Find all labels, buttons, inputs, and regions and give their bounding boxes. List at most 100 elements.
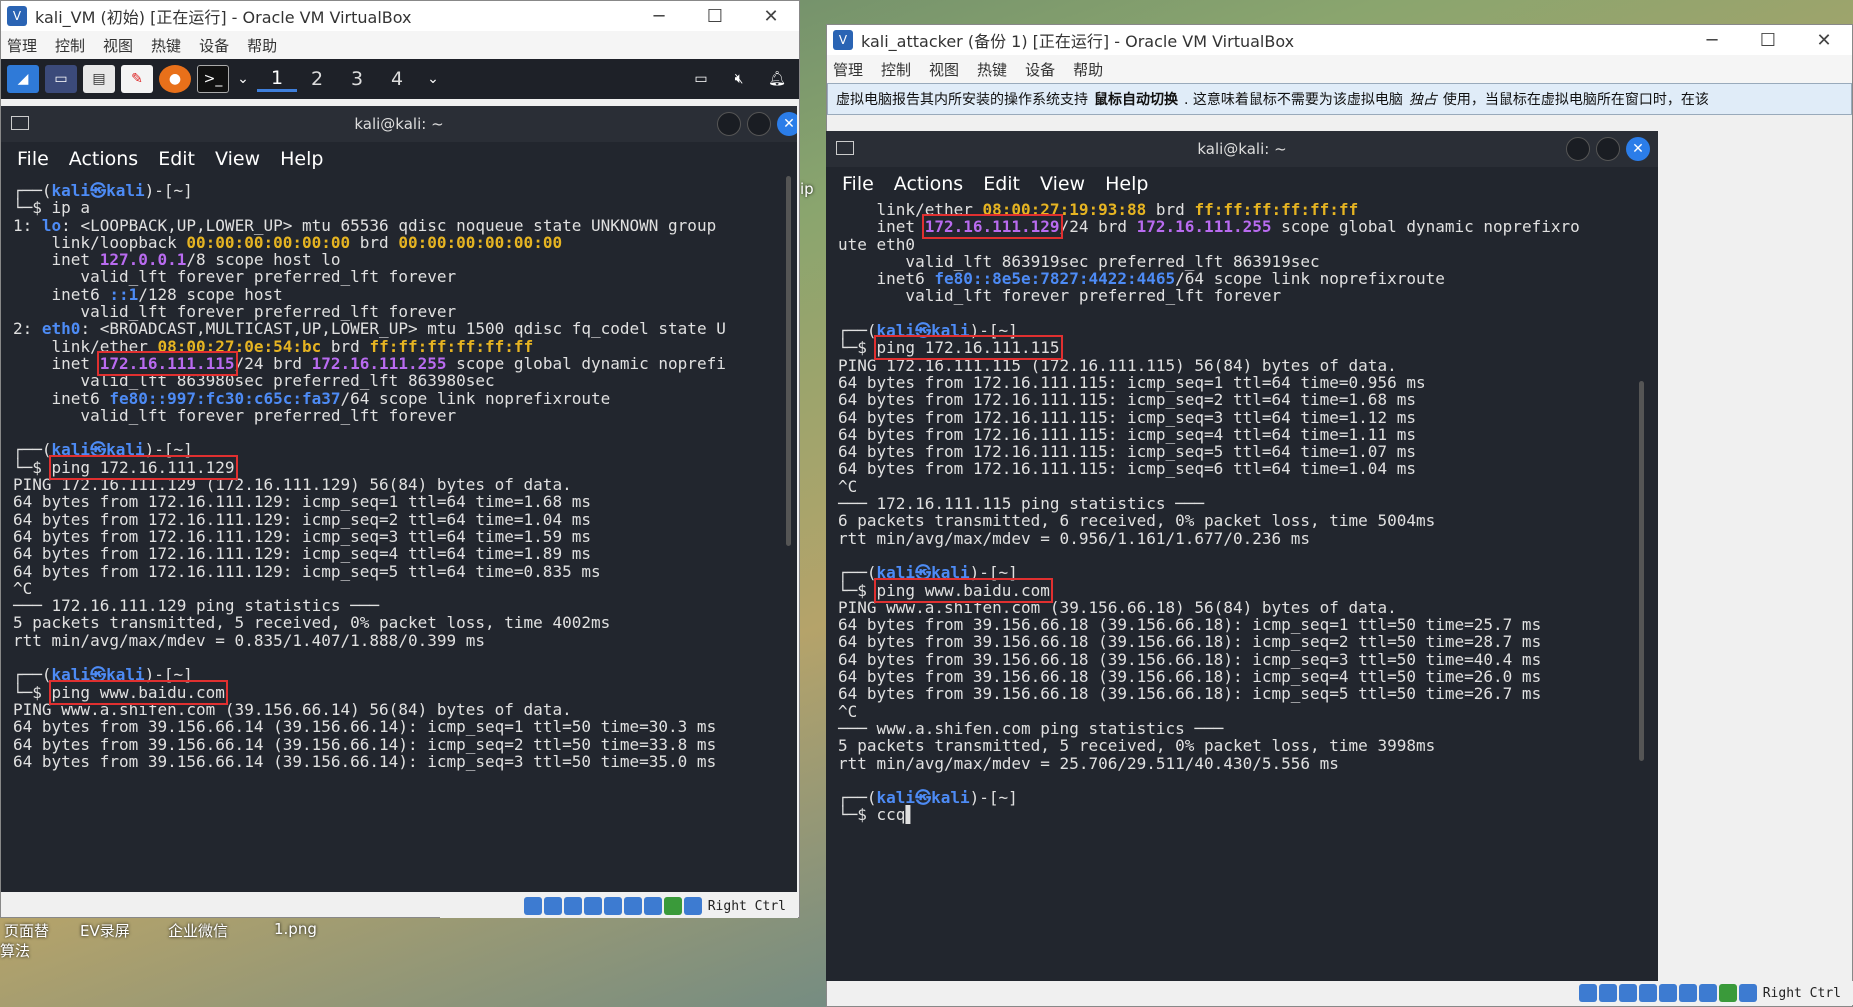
term-menu-actions[interactable]: Actions — [69, 148, 138, 170]
term-menu-file[interactable]: File — [17, 148, 49, 170]
term-menu-view[interactable]: View — [215, 148, 260, 170]
minimize-icon[interactable] — [717, 112, 741, 136]
recording-icon[interactable] — [1698, 984, 1717, 1002]
maximize-icon[interactable]: ☐ — [1740, 25, 1796, 55]
mouse-capture-icon[interactable] — [683, 897, 702, 915]
terminal-line: 64 bytes from 172.16.111.115: icmp_seq=4… — [838, 426, 1658, 443]
minimize-icon[interactable]: ─ — [1684, 25, 1740, 55]
terminal-text: └─$ — [838, 338, 877, 358]
terminal-line: └─$ ping www.baidu.com — [13, 679, 797, 705]
terminal-text: 64 bytes from 172.16.111.115: icmp_seq=5… — [838, 442, 1416, 462]
desktop-label-page[interactable]: 页面替 — [4, 920, 49, 941]
term-menu-help[interactable]: Help — [1105, 173, 1148, 195]
left-scrollbar[interactable] — [786, 176, 791, 546]
menu-manage[interactable]: 管理 — [7, 35, 37, 56]
mouse-capture-icon[interactable] — [1738, 984, 1757, 1002]
right-terminal[interactable]: kali@kali: ~ ✕ File Actions Edit View He… — [826, 131, 1658, 981]
hdd-icon[interactable] — [523, 897, 542, 915]
cpu-icon[interactable] — [1718, 984, 1737, 1002]
desktop-label-wecom[interactable]: 企业微信 — [168, 920, 228, 941]
chevron-down-icon[interactable]: ⌄ — [425, 65, 441, 93]
menu-devices[interactable]: 设备 — [199, 35, 229, 56]
network-icon[interactable] — [563, 897, 582, 915]
close-icon[interactable]: ✕ — [743, 1, 799, 31]
terminal-text: ute eth0 — [838, 234, 916, 254]
terminal-icon[interactable]: >_ — [197, 65, 229, 93]
right-titlebar[interactable]: V kali_attacker (备份 1) [正在运行] - Oracle V… — [827, 25, 1852, 55]
usb-icon[interactable] — [1638, 984, 1657, 1002]
term-menu-edit[interactable]: Edit — [158, 148, 195, 170]
term-menu-help[interactable]: Help — [280, 148, 323, 170]
close-icon[interactable]: ✕ — [1796, 25, 1852, 55]
display-icon[interactable] — [623, 897, 642, 915]
menu-view[interactable]: 视图 — [103, 35, 133, 56]
terminal-line: 64 bytes from 172.16.111.115: icmp_seq=3… — [838, 408, 1658, 426]
hdd-icon[interactable] — [1578, 984, 1597, 1002]
minimize-icon[interactable]: ─ — [631, 1, 687, 31]
terminal-text: 08:00:27:0e:54:bc — [157, 336, 322, 356]
left-terminal-header[interactable]: kali@kali: ~ ✕ — [1, 106, 797, 142]
terminal-line: 64 bytes from 39.156.66.18 (39.156.66.18… — [838, 633, 1658, 650]
desktop-icon[interactable]: ▭ — [45, 65, 77, 93]
menu-hotkeys[interactable]: 热键 — [977, 59, 1007, 80]
maximize-icon[interactable]: ☐ — [687, 1, 743, 31]
kali-menu-icon[interactable]: ◢ — [7, 65, 39, 93]
notice-text-bold: 鼠标自动切换 — [1094, 92, 1178, 108]
notification-icon[interactable]: 🔔︎ — [761, 65, 793, 93]
left-terminal-output[interactable]: ┌──(kali㉿kali)-[~] └─$ ip a 1: lo: <LOOPBA… — [1, 176, 797, 770]
close-icon[interactable]: ✕ — [1626, 137, 1650, 161]
desktop-label-evrecord[interactable]: EV录屏 — [80, 920, 130, 941]
terminal-line: 64 bytes from 172.16.111.129: icmp_seq=4… — [13, 545, 797, 562]
shared-folder-icon[interactable] — [1658, 984, 1677, 1002]
optical-icon[interactable] — [1598, 984, 1617, 1002]
workspace-3[interactable]: 3 — [337, 68, 377, 90]
menu-help[interactable]: 帮助 — [1073, 59, 1103, 80]
desktop-label-png[interactable]: 1.png — [274, 920, 317, 938]
maximize-icon[interactable] — [747, 112, 771, 136]
term-menu-edit[interactable]: Edit — [983, 173, 1020, 195]
firefox-icon[interactable]: ● — [159, 65, 191, 93]
minimize-icon[interactable] — [1566, 137, 1590, 161]
workspace-2[interactable]: 2 — [297, 68, 337, 90]
workspace-1[interactable]: 1 — [257, 67, 297, 92]
terminal-text: inet6 — [838, 269, 935, 289]
text-editor-icon[interactable]: ✎ — [121, 65, 153, 93]
menu-hotkeys[interactable]: 热键 — [151, 35, 181, 56]
terminal-text: kali㉿kali — [876, 563, 970, 583]
menu-control[interactable]: 控制 — [881, 59, 911, 80]
left-terminal[interactable]: kali@kali: ~ ✕ File Actions Edit View He… — [1, 106, 797, 892]
file-manager-icon[interactable]: ▤ — [83, 65, 115, 93]
terminal-text: valid_lft forever preferred_lft forever — [13, 405, 457, 425]
network-icon[interactable] — [1618, 984, 1637, 1002]
terminal-text: link/loopback — [13, 232, 187, 252]
menu-manage[interactable]: 管理 — [833, 59, 863, 80]
left-titlebar[interactable]: V kali_VM (初始) [正在运行] - Oracle VM Virtua… — [1, 1, 799, 31]
menu-devices[interactable]: 设备 — [1025, 59, 1055, 80]
term-menu-file[interactable]: File — [842, 173, 874, 195]
right-terminal-output[interactable]: link/ether 08:00:27:19:93:88 brd ff:ff:f… — [826, 201, 1658, 824]
maximize-icon[interactable] — [1596, 137, 1620, 161]
mute-icon[interactable]: 🔇︎ — [723, 65, 755, 93]
right-scrollbar[interactable] — [1639, 381, 1644, 761]
terminal-text: 64 bytes from 172.16.111.129: icmp_seq=1… — [13, 492, 591, 512]
term-menu-actions[interactable]: Actions — [894, 173, 963, 195]
menu-view[interactable]: 视图 — [929, 59, 959, 80]
display-icon[interactable]: ▭ — [685, 65, 717, 93]
terminal-line: link/ether 08:00:27:0e:54:bc brd ff:ff:f… — [13, 338, 797, 355]
shared-folder-icon[interactable] — [603, 897, 622, 915]
right-terminal-header[interactable]: kali@kali: ~ ✕ — [826, 131, 1658, 167]
menu-help[interactable]: 帮助 — [247, 35, 277, 56]
menu-control[interactable]: 控制 — [55, 35, 85, 56]
terminal-text: ip a — [51, 198, 91, 218]
terminal-text: ccq — [876, 805, 906, 825]
cpu-icon[interactable] — [663, 897, 682, 915]
recording-icon[interactable] — [643, 897, 662, 915]
optical-icon[interactable] — [543, 897, 562, 915]
desktop-label-algo[interactable]: 算法 — [0, 940, 30, 961]
chevron-down-icon[interactable]: ⌄ — [235, 65, 251, 93]
display-icon[interactable] — [1678, 984, 1697, 1002]
usb-icon[interactable] — [583, 897, 602, 915]
close-icon[interactable]: ✕ — [777, 112, 797, 136]
workspace-4[interactable]: 4 — [377, 68, 417, 90]
term-menu-view[interactable]: View — [1040, 173, 1085, 195]
